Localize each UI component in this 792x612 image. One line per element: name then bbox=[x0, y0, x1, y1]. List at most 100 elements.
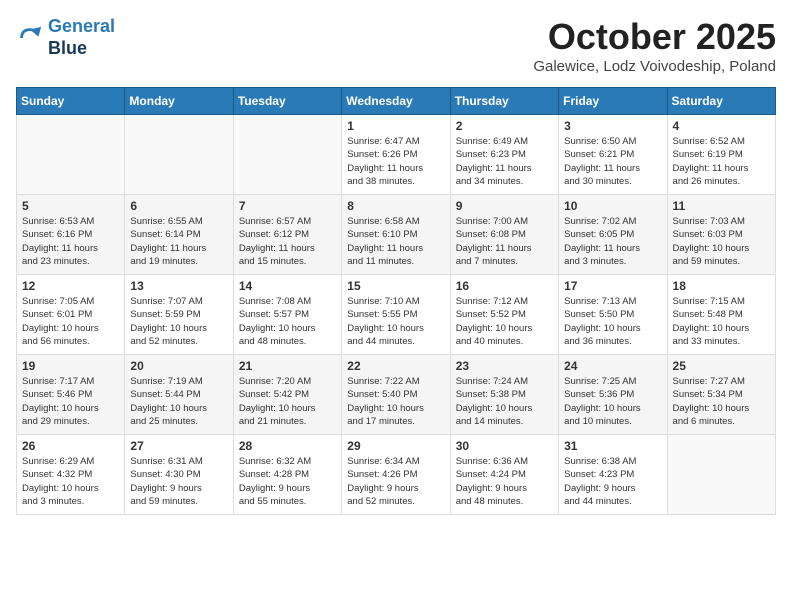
day-number: 6 bbox=[130, 199, 227, 213]
day-info: Sunrise: 6:31 AM Sunset: 4:30 PM Dayligh… bbox=[130, 455, 227, 508]
calendar-header-row: SundayMondayTuesdayWednesdayThursdayFrid… bbox=[17, 88, 776, 115]
day-number: 18 bbox=[673, 279, 770, 293]
day-info: Sunrise: 6:57 AM Sunset: 6:12 PM Dayligh… bbox=[239, 215, 336, 268]
calendar-week-row: 1Sunrise: 6:47 AM Sunset: 6:26 PM Daylig… bbox=[17, 115, 776, 195]
day-number: 21 bbox=[239, 359, 336, 373]
calendar-cell: 24Sunrise: 7:25 AM Sunset: 5:36 PM Dayli… bbox=[559, 355, 667, 435]
weekday-header: Sunday bbox=[17, 88, 125, 115]
day-number: 17 bbox=[564, 279, 661, 293]
day-info: Sunrise: 7:24 AM Sunset: 5:38 PM Dayligh… bbox=[456, 375, 553, 428]
calendar-cell: 7 Sunrise: 6:57 AM Sunset: 6:12 PM Daylig… bbox=[233, 195, 341, 275]
day-info: Sunrise: 6:34 AM Sunset: 4:26 PM Dayligh… bbox=[347, 455, 444, 508]
calendar-cell: 31 Sunrise: 6:38 AM Sunset: 4:23 PM Dayli… bbox=[559, 435, 667, 515]
calendar-cell: 26 Sunrise: 6:29 AM Sunset: 4:32 PM Dayli… bbox=[17, 435, 125, 515]
day-info: Sunrise: 6:38 AM Sunset: 4:23 PM Dayligh… bbox=[564, 455, 661, 508]
day-info: Sunrise: 6:53 AM Sunset: 6:16 PM Dayligh… bbox=[22, 215, 119, 268]
calendar-cell: 4 Sunrise: 6:52 AM Sunset: 6:19 PM Daylig… bbox=[667, 115, 775, 195]
day-number: 23 bbox=[456, 359, 553, 373]
day-info: Sunrise: 7:00 AM Sunset: 6:08 PM Dayligh… bbox=[456, 215, 553, 268]
calendar-cell: 3 Sunrise: 6:50 AM Sunset: 6:21 PM Daylig… bbox=[559, 115, 667, 195]
day-number: 13 bbox=[130, 279, 227, 293]
day-number: 30 bbox=[456, 439, 553, 453]
day-info: Sunrise: 7:22 AM Sunset: 5:40 PM Dayligh… bbox=[347, 375, 444, 428]
calendar-cell: 28 Sunrise: 6:32 AM Sunset: 4:28 PM Dayli… bbox=[233, 435, 341, 515]
calendar-cell: 5Sunrise: 6:53 AM Sunset: 6:16 PM Daylig… bbox=[17, 195, 125, 275]
day-number: 31 bbox=[564, 439, 661, 453]
calendar-cell: 11Sunrise: 7:03 AM Sunset: 6:03 PM Dayli… bbox=[667, 195, 775, 275]
day-number: 27 bbox=[130, 439, 227, 453]
day-info: Sunrise: 6:50 AM Sunset: 6:21 PM Dayligh… bbox=[564, 135, 661, 188]
day-info: Sunrise: 6:32 AM Sunset: 4:28 PM Dayligh… bbox=[239, 455, 336, 508]
calendar-cell: 18 Sunrise: 7:15 AM Sunset: 5:48 PM Dayli… bbox=[667, 275, 775, 355]
calendar-cell: 9 Sunrise: 7:00 AM Sunset: 6:08 PM Daylig… bbox=[450, 195, 558, 275]
day-info: Sunrise: 7:10 AM Sunset: 5:55 PM Dayligh… bbox=[347, 295, 444, 348]
day-number: 29 bbox=[347, 439, 444, 453]
day-info: Sunrise: 7:15 AM Sunset: 5:48 PM Dayligh… bbox=[673, 295, 770, 348]
day-info: Sunrise: 7:27 AM Sunset: 5:34 PM Dayligh… bbox=[673, 375, 770, 428]
weekday-header: Wednesday bbox=[342, 88, 450, 115]
calendar-week-row: 19 Sunrise: 7:17 AM Sunset: 5:46 PM Dayli… bbox=[17, 355, 776, 435]
day-number: 11 bbox=[673, 199, 770, 213]
calendar-cell: 19 Sunrise: 7:17 AM Sunset: 5:46 PM Dayli… bbox=[17, 355, 125, 435]
day-info: Sunrise: 7:05 AM Sunset: 6:01 PM Dayligh… bbox=[22, 295, 119, 348]
day-number: 28 bbox=[239, 439, 336, 453]
title-block: October 2025 Galewice, Lodz Voivodeship,… bbox=[533, 16, 776, 75]
day-info: Sunrise: 7:19 AM Sunset: 5:44 PM Dayligh… bbox=[130, 375, 227, 428]
month-title: October 2025 bbox=[533, 16, 776, 58]
day-info: Sunrise: 6:29 AM Sunset: 4:32 PM Dayligh… bbox=[22, 455, 119, 508]
day-number: 15 bbox=[347, 279, 444, 293]
calendar-cell: 14 Sunrise: 7:08 AM Sunset: 5:57 PM Dayli… bbox=[233, 275, 341, 355]
calendar-week-row: 5Sunrise: 6:53 AM Sunset: 6:16 PM Daylig… bbox=[17, 195, 776, 275]
calendar-week-row: 26 Sunrise: 6:29 AM Sunset: 4:32 PM Dayli… bbox=[17, 435, 776, 515]
weekday-header: Thursday bbox=[450, 88, 558, 115]
weekday-header: Saturday bbox=[667, 88, 775, 115]
calendar-cell: 8Sunrise: 6:58 AM Sunset: 6:10 PM Daylig… bbox=[342, 195, 450, 275]
calendar-cell: 2 Sunrise: 6:49 AM Sunset: 6:23 PM Daylig… bbox=[450, 115, 558, 195]
calendar-cell: 25Sunrise: 7:27 AM Sunset: 5:34 PM Dayli… bbox=[667, 355, 775, 435]
calendar-cell: 12Sunrise: 7:05 AM Sunset: 6:01 PM Dayli… bbox=[17, 275, 125, 355]
day-number: 19 bbox=[22, 359, 119, 373]
day-number: 9 bbox=[456, 199, 553, 213]
day-info: Sunrise: 7:17 AM Sunset: 5:46 PM Dayligh… bbox=[22, 375, 119, 428]
day-info: Sunrise: 6:47 AM Sunset: 6:26 PM Dayligh… bbox=[347, 135, 444, 188]
day-info: Sunrise: 7:13 AM Sunset: 5:50 PM Dayligh… bbox=[564, 295, 661, 348]
day-number: 3 bbox=[564, 119, 661, 133]
day-info: Sunrise: 6:58 AM Sunset: 6:10 PM Dayligh… bbox=[347, 215, 444, 268]
day-info: Sunrise: 6:36 AM Sunset: 4:24 PM Dayligh… bbox=[456, 455, 553, 508]
day-number: 7 bbox=[239, 199, 336, 213]
day-number: 16 bbox=[456, 279, 553, 293]
logo-text: GeneralBlue bbox=[48, 16, 115, 59]
calendar-cell: 30 Sunrise: 6:36 AM Sunset: 4:24 PM Dayli… bbox=[450, 435, 558, 515]
calendar-cell: 17 Sunrise: 7:13 AM Sunset: 5:50 PM Dayli… bbox=[559, 275, 667, 355]
day-info: Sunrise: 7:08 AM Sunset: 5:57 PM Dayligh… bbox=[239, 295, 336, 348]
calendar-cell: 23 Sunrise: 7:24 AM Sunset: 5:38 PM Dayli… bbox=[450, 355, 558, 435]
calendar-cell: 16Sunrise: 7:12 AM Sunset: 5:52 PM Dayli… bbox=[450, 275, 558, 355]
calendar-cell bbox=[233, 115, 341, 195]
weekday-header: Monday bbox=[125, 88, 233, 115]
day-info: Sunrise: 6:52 AM Sunset: 6:19 PM Dayligh… bbox=[673, 135, 770, 188]
page-header: GeneralBlue October 2025 Galewice, Lodz … bbox=[16, 16, 776, 75]
logo: GeneralBlue bbox=[16, 16, 115, 59]
calendar-cell bbox=[125, 115, 233, 195]
weekday-header: Friday bbox=[559, 88, 667, 115]
calendar-cell: 27 Sunrise: 6:31 AM Sunset: 4:30 PM Dayli… bbox=[125, 435, 233, 515]
calendar-cell: 21Sunrise: 7:20 AM Sunset: 5:42 PM Dayli… bbox=[233, 355, 341, 435]
calendar-table: SundayMondayTuesdayWednesdayThursdayFrid… bbox=[16, 87, 776, 515]
calendar-cell: 22 Sunrise: 7:22 AM Sunset: 5:40 PM Dayli… bbox=[342, 355, 450, 435]
calendar-cell: 29 Sunrise: 6:34 AM Sunset: 4:26 PM Dayli… bbox=[342, 435, 450, 515]
day-info: Sunrise: 7:02 AM Sunset: 6:05 PM Dayligh… bbox=[564, 215, 661, 268]
day-number: 14 bbox=[239, 279, 336, 293]
day-number: 2 bbox=[456, 119, 553, 133]
day-info: Sunrise: 6:49 AM Sunset: 6:23 PM Dayligh… bbox=[456, 135, 553, 188]
day-info: Sunrise: 7:07 AM Sunset: 5:59 PM Dayligh… bbox=[130, 295, 227, 348]
day-number: 26 bbox=[22, 439, 119, 453]
calendar-cell: 13 Sunrise: 7:07 AM Sunset: 5:59 PM Dayli… bbox=[125, 275, 233, 355]
calendar-cell: 20Sunrise: 7:19 AM Sunset: 5:44 PM Dayli… bbox=[125, 355, 233, 435]
calendar-cell: 10Sunrise: 7:02 AM Sunset: 6:05 PM Dayli… bbox=[559, 195, 667, 275]
day-number: 22 bbox=[347, 359, 444, 373]
logo-icon bbox=[16, 24, 44, 52]
calendar-cell: 15 Sunrise: 7:10 AM Sunset: 5:55 PM Dayli… bbox=[342, 275, 450, 355]
calendar-cell bbox=[667, 435, 775, 515]
day-number: 4 bbox=[673, 119, 770, 133]
day-info: Sunrise: 7:25 AM Sunset: 5:36 PM Dayligh… bbox=[564, 375, 661, 428]
